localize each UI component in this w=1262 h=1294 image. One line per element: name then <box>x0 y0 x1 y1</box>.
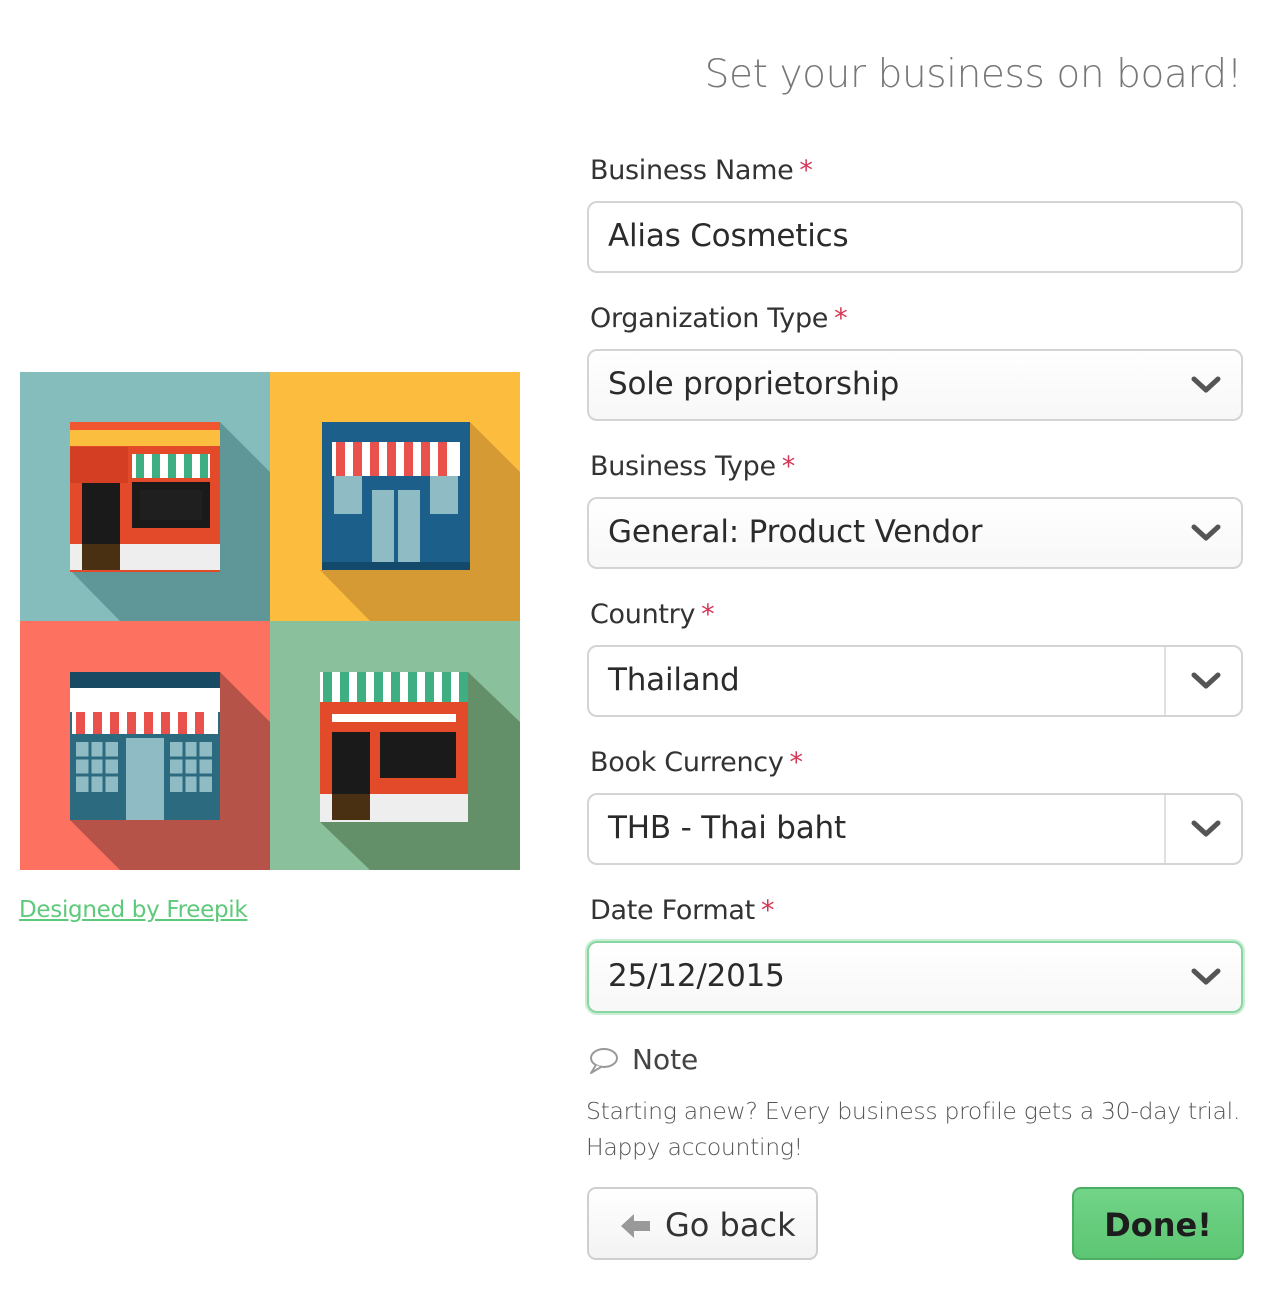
business-name-label: Business Name * <box>590 155 813 186</box>
country-label-text: Country <box>590 599 696 630</box>
note-label: Note <box>632 1043 699 1076</box>
business-type-value: General: Product Vendor <box>608 514 983 550</box>
dropdown-divider <box>1164 647 1166 715</box>
required-asterisk: * <box>760 895 775 926</box>
country-label: Country * <box>590 599 715 630</box>
done-button[interactable]: Done! <box>1072 1187 1244 1260</box>
business-type-label: Business Type * <box>590 451 795 482</box>
page-title: Set your business on board! <box>704 52 1243 97</box>
freepik-credit-link[interactable]: Designed by Freepik <box>19 897 248 923</box>
done-label: Done! <box>1104 1206 1212 1244</box>
required-asterisk: * <box>781 451 796 482</box>
speech-bubble-icon <box>590 1048 618 1074</box>
business-name-value: Alias Cosmetics <box>608 218 849 254</box>
chevron-down-icon <box>1191 376 1221 393</box>
chevron-down-icon <box>1191 524 1221 541</box>
dropdown-divider <box>1164 795 1166 863</box>
onboarding-page: Designed by Freepik Set your business on… <box>0 0 1262 1294</box>
note-text-line: Starting anew? Every business profile ge… <box>586 1097 1241 1125</box>
organization-type-select[interactable]: Sole proprietorship <box>587 349 1243 421</box>
arrow-left-icon <box>621 1214 650 1238</box>
note-text-line: Happy accounting! <box>586 1133 803 1161</box>
organization-type-label: Organization Type * <box>590 303 848 334</box>
go-back-label: Go back <box>665 1206 796 1244</box>
required-asterisk: * <box>799 155 813 186</box>
business-type-select[interactable]: General: Product Vendor <box>587 497 1243 569</box>
date-format-select[interactable]: 25/12/2015 <box>587 941 1243 1013</box>
book-currency-label: Book Currency * <box>590 747 803 778</box>
date-format-value: 25/12/2015 <box>608 958 785 994</box>
organization-type-label-text: Organization Type <box>590 303 829 334</box>
note-text: Starting anew? Every business profile ge… <box>586 1093 1246 1165</box>
required-asterisk: * <box>834 303 848 334</box>
organization-type-value: Sole proprietorship <box>608 366 900 402</box>
required-asterisk: * <box>701 599 715 630</box>
business-name-label-text: Business Name <box>590 155 794 186</box>
go-back-button[interactable]: Go back <box>587 1187 818 1260</box>
country-value: Thailand <box>608 662 740 698</box>
book-currency-combobox[interactable]: THB - Thai baht <box>587 793 1243 865</box>
country-combobox[interactable]: Thailand <box>587 645 1243 717</box>
book-currency-label-text: Book Currency <box>590 747 784 778</box>
chevron-down-icon[interactable] <box>1191 671 1221 691</box>
date-format-label: Date Format * <box>590 895 774 926</box>
required-asterisk: * <box>789 747 804 778</box>
book-currency-value: THB - Thai baht <box>608 810 846 846</box>
chevron-down-icon <box>1191 968 1221 985</box>
date-format-label-text: Date Format <box>590 895 755 926</box>
chevron-down-icon[interactable] <box>1191 819 1221 839</box>
storefronts-illustration <box>20 372 520 870</box>
business-name-input[interactable]: Alias Cosmetics <box>587 201 1243 273</box>
business-type-label-text: Business Type <box>590 451 776 482</box>
